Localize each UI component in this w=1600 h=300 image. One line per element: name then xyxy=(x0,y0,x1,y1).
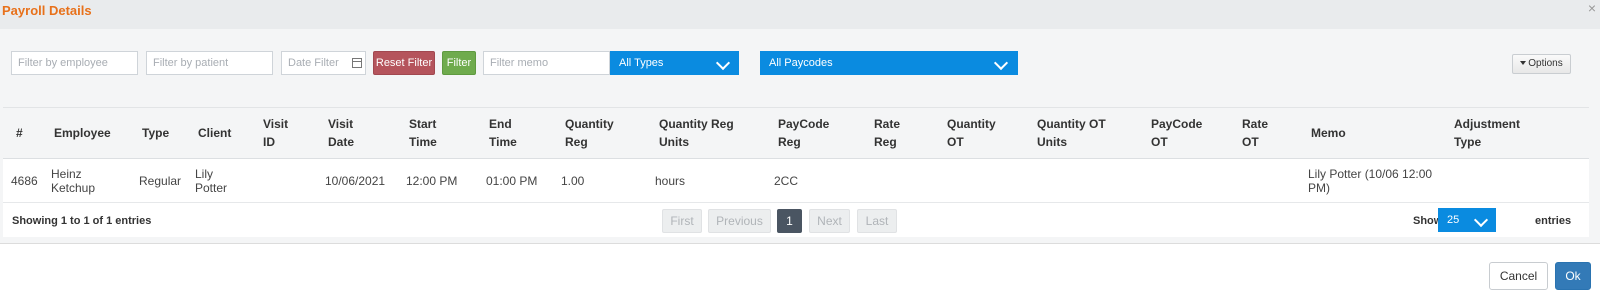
col-header-line: Reg xyxy=(565,135,588,149)
paycodes-select-value: All Paycodes xyxy=(769,57,833,69)
last-page-button[interactable]: Last xyxy=(857,209,897,233)
col-header-line: Quantity Reg xyxy=(659,117,734,131)
cell-end-time: 01:00 PM xyxy=(486,174,538,188)
filter-button[interactable]: Filter xyxy=(442,51,476,75)
col-header-paycode-ot[interactable]: PayCode OT xyxy=(1151,115,1202,151)
col-header-quantity-reg[interactable]: Quantity Reg xyxy=(565,115,614,151)
col-header-employee[interactable]: Employee xyxy=(54,124,111,142)
types-select[interactable]: All Types xyxy=(610,51,739,75)
col-header-line: Date xyxy=(328,135,355,149)
first-page-button[interactable]: First xyxy=(662,209,702,233)
page-size-select[interactable]: 25 xyxy=(1438,208,1496,232)
col-header-quantity-reg-units[interactable]: Quantity Reg Units xyxy=(659,115,734,151)
col-header-visit-id[interactable]: Visit ID xyxy=(263,115,288,151)
entries-info: Showing 1 to 1 of 1 entries xyxy=(12,215,152,227)
cell-line: Heinz xyxy=(51,167,82,181)
col-header-line: Units xyxy=(659,135,689,149)
cell-id: 4686 xyxy=(11,174,38,188)
options-label: Options xyxy=(1528,58,1563,69)
col-header-visit-date[interactable]: Visit Date xyxy=(328,115,354,151)
col-header-line: Quantity xyxy=(565,117,614,131)
col-header-line: Reg xyxy=(778,135,801,149)
next-page-button[interactable]: Next xyxy=(809,209,850,233)
page-size-value: 25 xyxy=(1447,214,1460,226)
col-header-line: Reg xyxy=(874,135,897,149)
cell-memo: Lily Potter (10/06 12:00 PM) xyxy=(1308,167,1432,195)
col-header-type[interactable]: Type xyxy=(142,124,169,142)
types-select-value: All Types xyxy=(619,57,664,69)
cell-paycode-reg: 2CC xyxy=(774,174,799,188)
col-header-quantity-ot-units[interactable]: Quantity OT Units xyxy=(1037,115,1106,151)
col-header-line: Quantity OT xyxy=(1037,117,1106,131)
col-header-rate-reg[interactable]: Rate Reg xyxy=(874,115,900,151)
chevron-down-icon xyxy=(1473,212,1489,228)
col-header-adjustment-type[interactable]: Adjustment Type xyxy=(1454,115,1520,151)
col-header-paycode-reg[interactable]: PayCode Reg xyxy=(778,115,829,151)
dialog-title: Payroll Details xyxy=(2,3,92,18)
col-header-line: OT xyxy=(1151,135,1168,149)
cell-line: Lily xyxy=(195,167,214,181)
cell-client: Lily Potter xyxy=(195,167,227,195)
col-header-line: OT xyxy=(1242,135,1259,149)
col-header-line: Visit xyxy=(263,117,289,131)
calendar-icon[interactable] xyxy=(352,58,362,68)
col-header-line: Visit xyxy=(328,117,354,131)
cell-line: Ketchup xyxy=(51,181,96,195)
ok-button[interactable]: Ok xyxy=(1555,262,1591,290)
col-header-line: OT xyxy=(947,135,964,149)
entries-label: entries xyxy=(1535,215,1572,227)
employee-filter-input[interactable] xyxy=(11,51,138,75)
col-header-line: ID xyxy=(263,135,275,149)
cancel-button[interactable]: Cancel xyxy=(1489,262,1548,290)
cell-quantity-reg: 1.00 xyxy=(561,174,585,188)
cell-quantity-reg-units: hours xyxy=(655,174,686,188)
col-header-line: Units xyxy=(1037,135,1067,149)
col-header-line: Start xyxy=(409,117,437,131)
col-header-line: PayCode xyxy=(778,117,830,131)
col-header-rate-ot[interactable]: Rate OT xyxy=(1242,115,1268,151)
dialog-header: Payroll Details × xyxy=(0,0,1600,29)
cell-line: Potter xyxy=(195,181,228,195)
table-footer: Showing 1 to 1 of 1 entries First Previo… xyxy=(3,203,1589,237)
col-header-line: End xyxy=(489,117,512,131)
options-button[interactable]: Options xyxy=(1512,54,1571,74)
previous-page-button[interactable]: Previous xyxy=(708,209,771,233)
page-1-button[interactable]: 1 xyxy=(777,209,802,233)
col-header-line: Time xyxy=(409,135,437,149)
col-header-start-time[interactable]: Start Time xyxy=(409,115,437,151)
col-header-line: Type xyxy=(1454,135,1482,149)
col-header-end-time[interactable]: End Time xyxy=(489,115,517,151)
cell-start-time: 12:00 PM xyxy=(406,174,458,188)
cell-line: PM) xyxy=(1308,181,1330,195)
cell-employee: Heinz Ketchup xyxy=(51,167,95,195)
cell-type: Regular xyxy=(139,174,182,188)
paycodes-select[interactable]: All Paycodes xyxy=(760,51,1018,75)
reset-filter-button[interactable]: Reset Filter xyxy=(373,51,435,75)
col-header-line: Quantity xyxy=(947,117,996,131)
col-header-client[interactable]: Client xyxy=(198,124,231,142)
col-header-number[interactable]: # xyxy=(16,124,23,142)
chevron-down-icon xyxy=(993,55,1009,71)
col-header-line: Rate xyxy=(874,117,901,131)
col-header-line: Time xyxy=(489,135,517,149)
col-header-line: Rate xyxy=(1242,117,1269,131)
caret-down-icon xyxy=(1520,61,1527,66)
chevron-down-icon xyxy=(715,55,731,71)
col-header-line: PayCode xyxy=(1151,117,1203,131)
memo-filter-input[interactable] xyxy=(483,51,610,75)
cell-line: Lily Potter (10/06 12:00 xyxy=(1308,167,1433,181)
patient-filter-input[interactable] xyxy=(146,51,273,75)
col-header-quantity-ot[interactable]: Quantity OT xyxy=(947,115,996,151)
table-header: # Employee Type Client Visit ID Visit Da… xyxy=(3,107,1589,159)
cell-visit-date: 10/06/2021 xyxy=(325,174,386,188)
col-header-line: Adjustment xyxy=(1454,117,1520,131)
col-header-memo[interactable]: Memo xyxy=(1311,124,1346,142)
table-row[interactable]: 4686 Heinz Ketchup Regular Lily Potter 1… xyxy=(3,159,1589,203)
close-icon[interactable]: × xyxy=(1588,0,1596,16)
